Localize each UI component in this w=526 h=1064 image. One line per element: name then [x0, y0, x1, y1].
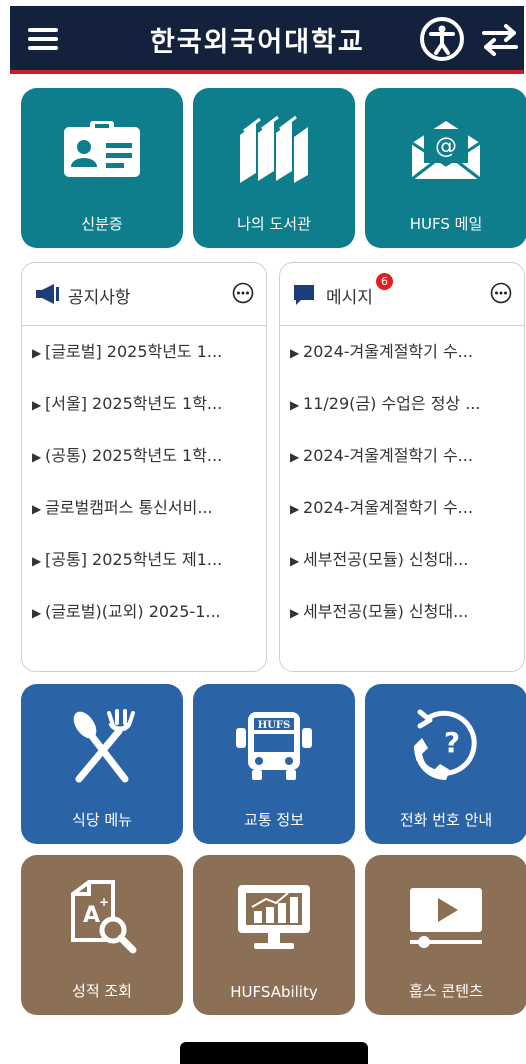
fork-knife-icon	[73, 709, 135, 783]
accessibility-icon[interactable]	[419, 16, 465, 62]
megaphone-icon	[36, 284, 59, 304]
notice-item[interactable]: [글로벌] 2025학년도 1...	[22, 326, 266, 378]
notices-title: 공지사항	[68, 288, 131, 308]
svg-text:?: ?	[444, 726, 460, 759]
hufsability-tile[interactable]: HUFSAbility	[193, 855, 355, 1015]
books-icon	[240, 115, 308, 183]
hufs-contents-tile[interactable]: 훕스 콘텐츠	[365, 855, 526, 1015]
hufs-mail-label: HUFS 메일	[409, 215, 483, 233]
svg-text:+: +	[99, 895, 109, 909]
messages-list: 2024-겨울계절학기 수... 11/29(금) 수업은 정상 ... 202…	[280, 326, 524, 638]
phone-directory-tile[interactable]: ? 전화 번호 안내	[365, 684, 526, 844]
id-card-icon	[64, 121, 140, 177]
chat-icon	[294, 285, 314, 305]
message-item[interactable]: 2024-겨울계절학기 수...	[280, 326, 524, 378]
app-title: 한국외국어대학교	[150, 27, 365, 58]
id-card-label: 신분증	[81, 215, 123, 233]
hufs-mail-tile[interactable]: @ HUFS 메일	[365, 88, 526, 248]
notice-item[interactable]: (글로벌)(교외) 2025-1...	[22, 586, 266, 638]
cafeteria-menu-tile[interactable]: 식당 메뉴	[21, 684, 183, 844]
app-header: 한국외국어대학교	[10, 6, 524, 74]
notice-item[interactable]: 글로벌캠퍼스 통신서비...	[22, 482, 266, 534]
messages-panel: 메시지 6 2024-겨울계절학기 수... 11/29(금) 수업은 정상 .…	[279, 262, 525, 672]
phone-directory-label: 전화 번호 안내	[399, 811, 493, 829]
svg-text:A: A	[83, 903, 100, 928]
message-item[interactable]: 2024-겨울계절학기 수...	[280, 430, 524, 482]
id-card-tile[interactable]: 신분증	[21, 88, 183, 248]
hufs-contents-label: 훕스 콘텐츠	[409, 982, 483, 1000]
swap-icon[interactable]	[480, 22, 520, 58]
svg-text:@: @	[435, 134, 457, 159]
cafeteria-menu-label: 식당 메뉴	[72, 811, 132, 829]
bus-icon: HUFS	[236, 712, 312, 780]
notice-item[interactable]: [공통] 2025학년도 제1...	[22, 534, 266, 586]
transport-info-label: 교통 정보	[244, 811, 304, 829]
menu-icon[interactable]	[28, 28, 58, 50]
monitor-chart-icon	[238, 885, 310, 949]
bus-sign-text: HUFS	[258, 720, 291, 731]
home-indicator	[180, 1042, 368, 1064]
notices-header[interactable]: 공지사항	[22, 263, 266, 326]
message-item[interactable]: 2024-겨울계절학기 수...	[280, 482, 524, 534]
transport-info-tile[interactable]: HUFS 교통 정보	[193, 684, 355, 844]
my-library-label: 나의 도서관	[237, 215, 311, 233]
message-item[interactable]: 세부전공(모듈) 신청대...	[280, 534, 524, 586]
grades-tile[interactable]: A + 성적 조회	[21, 855, 183, 1015]
more-icon[interactable]	[490, 282, 512, 304]
message-item[interactable]: 세부전공(모듈) 신청대...	[280, 586, 524, 638]
mail-icon: @	[411, 121, 481, 181]
notices-list: [글로벌] 2025학년도 1... [서울] 2025학년도 1학... (공…	[22, 326, 266, 638]
my-library-tile[interactable]: 나의 도서관	[193, 88, 355, 248]
notice-item[interactable]: [서울] 2025학년도 1학...	[22, 378, 266, 430]
more-icon[interactable]	[232, 282, 254, 304]
phone-help-icon: ?	[414, 709, 477, 780]
message-item[interactable]: 11/29(금) 수업은 정상 ...	[280, 378, 524, 430]
grade-search-icon: A +	[71, 880, 137, 954]
messages-header[interactable]: 메시지 6	[280, 263, 524, 326]
unread-badge: 6	[376, 273, 393, 290]
grades-label: 성적 조회	[72, 982, 132, 1000]
messages-title: 메시지	[326, 288, 373, 308]
notice-item[interactable]: (공통) 2025학년도 1학...	[22, 430, 266, 482]
notices-panel: 공지사항 [글로벌] 2025학년도 1... [서울] 2025학년도 1학.…	[21, 262, 267, 672]
hufsability-label: HUFSAbility	[230, 983, 318, 1001]
video-play-icon	[410, 888, 482, 948]
